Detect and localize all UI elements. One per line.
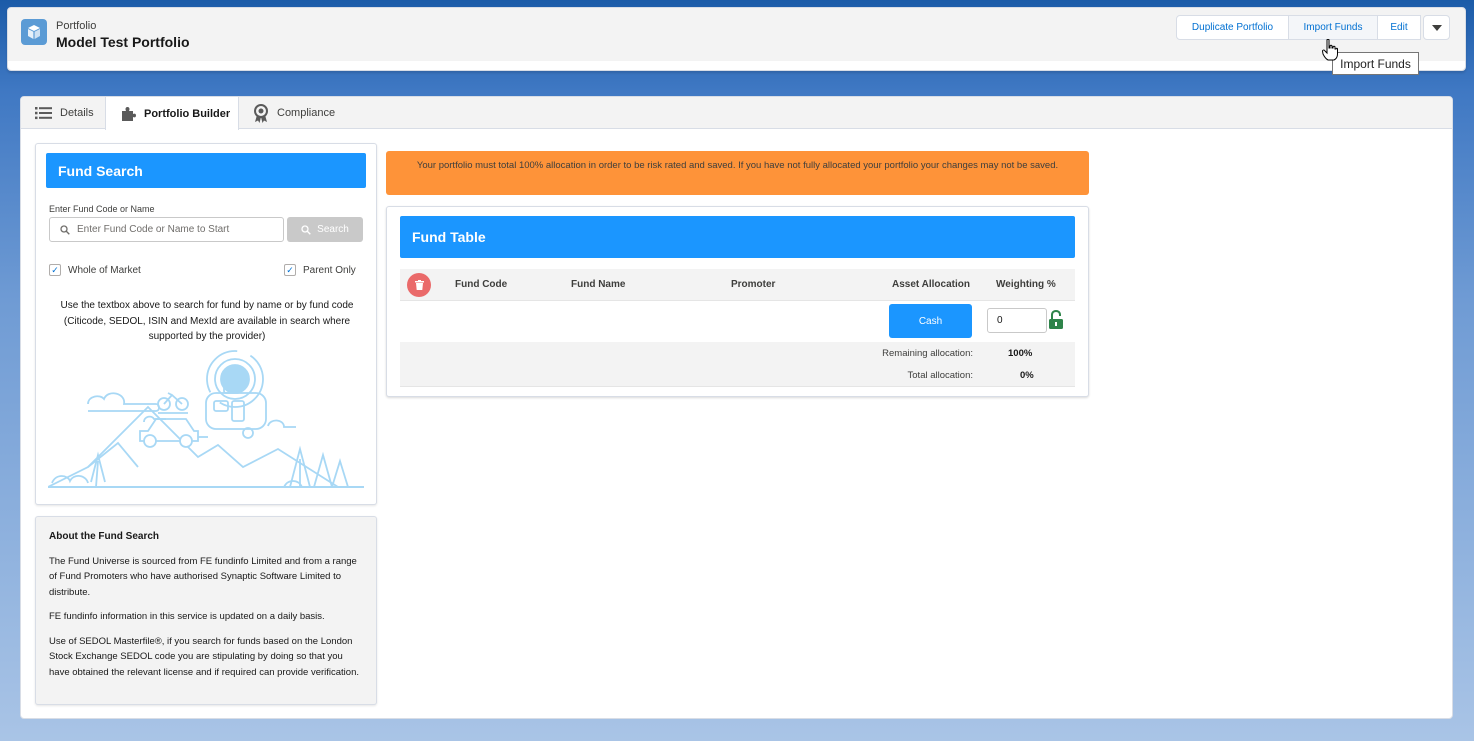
about-fund-search-panel: About the Fund Search The Fund Universe … [35, 516, 377, 705]
search-input-label: Enter Fund Code or Name [49, 204, 155, 214]
fund-search-panel: Fund Search Enter Fund Code or Name Ente… [35, 143, 377, 505]
tab-portfolio-builder[interactable]: Portfolio Builder [105, 97, 239, 130]
about-paragraph: FE fundinfo information in this service … [49, 611, 325, 622]
search-icon [60, 224, 70, 235]
column-header-fund-name: Fund Name [571, 279, 626, 290]
checkbox-label: Parent Only [303, 264, 356, 276]
about-title: About the Fund Search [49, 531, 159, 542]
column-header-fund-code: Fund Code [455, 279, 508, 290]
parent-only-checkbox[interactable]: ✓ Parent Only [284, 264, 356, 276]
search-icon [301, 224, 311, 235]
object-label: Portfolio [56, 20, 97, 32]
checkmark-icon: ✓ [284, 264, 296, 276]
tab-label: Portfolio Builder [144, 107, 231, 120]
search-help-text: Use the textbox above to search for fund… [60, 300, 354, 342]
allocation-totals: Remaining allocation: 100% Total allocat… [400, 342, 1075, 387]
chevron-down-icon [1431, 24, 1442, 31]
award-icon [253, 103, 269, 123]
cube-icon [21, 19, 47, 45]
checkbox-label: Whole of Market [68, 264, 141, 276]
duplicate-portfolio-button[interactable]: Duplicate Portfolio [1176, 15, 1289, 40]
about-paragraph: Use of SEDOL Masterfile®, if you search … [49, 635, 359, 678]
unlock-icon[interactable] [1048, 309, 1064, 333]
about-paragraph: The Fund Universe is sourced from FE fun… [49, 555, 357, 598]
tooltip: Import Funds [1332, 52, 1419, 75]
remaining-allocation-value: 100% [1008, 348, 1033, 359]
total-allocation-value: 0% [1020, 370, 1034, 381]
table-header-row: Fund Code Fund Name Promoter Asset Alloc… [400, 269, 1075, 301]
trash-icon [414, 280, 424, 290]
import-funds-button[interactable]: Import Funds [1288, 15, 1378, 40]
column-header-asset-allocation: Asset Allocation [892, 279, 970, 290]
tab-compliance[interactable]: Compliance [253, 97, 335, 129]
search-button-label: Search [317, 224, 349, 235]
total-allocation-label: Total allocation: [907, 370, 973, 381]
cash-allocation-button[interactable]: Cash [889, 304, 972, 338]
allocation-warning-banner: Your portfolio must total 100% allocatio… [386, 151, 1089, 195]
delete-all-button[interactable] [407, 273, 431, 297]
whole-of-market-checkbox[interactable]: ✓ Whole of Market [49, 264, 141, 276]
tab-label: Details [60, 107, 94, 119]
list-icon [35, 106, 52, 120]
header-button-group: Duplicate Portfolio Import Funds Edit [1176, 15, 1450, 40]
fund-table-card: Fund Table Fund Code Fund Name Promoter … [386, 206, 1089, 397]
tab-bar: Details Portfolio Builder Compliance [21, 97, 1452, 130]
landscape-illustration [47, 349, 364, 492]
tab-label: Compliance [277, 107, 336, 119]
edit-button[interactable]: Edit [1377, 15, 1421, 40]
remaining-allocation-label: Remaining allocation: [882, 348, 973, 359]
fund-table-heading: Fund Table [400, 216, 1075, 258]
puzzle-icon [121, 105, 136, 122]
page-title: Model Test Portfolio [56, 34, 190, 50]
more-actions-button[interactable] [1423, 15, 1450, 40]
column-header-weighting: Weighting % [996, 279, 1056, 290]
tab-details[interactable]: Details [35, 97, 94, 129]
fund-search-heading: Fund Search [46, 153, 366, 188]
column-header-promoter: Promoter [731, 279, 776, 290]
search-button[interactable]: Search [287, 217, 363, 242]
fund-search-input[interactable]: Enter Fund Code or Name to Start [49, 217, 284, 242]
checkmark-icon: ✓ [49, 264, 61, 276]
search-placeholder: Enter Fund Code or Name to Start [77, 224, 230, 235]
main-card: Details Portfolio Builder Compliance Fun… [20, 96, 1453, 719]
hand-cursor-icon [1321, 38, 1338, 64]
cash-weighting-input[interactable]: 0 [987, 308, 1047, 333]
